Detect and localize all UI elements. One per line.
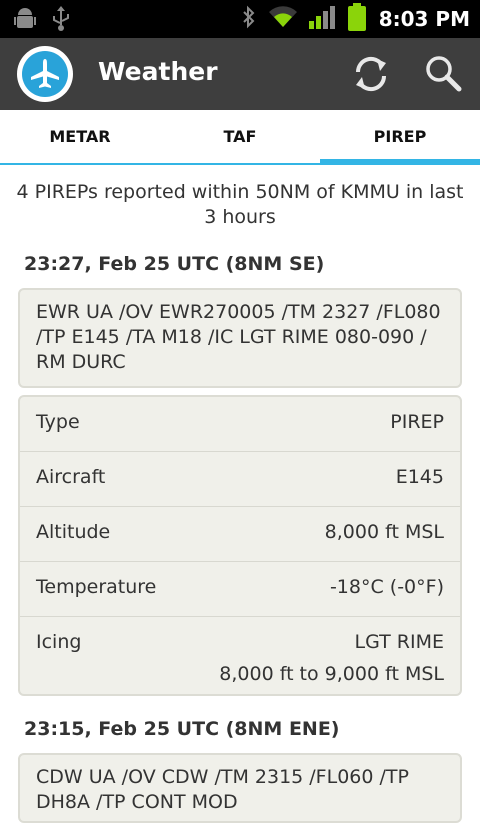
detail-row-temperature: Temperature -18°C (-0°F) xyxy=(20,562,460,617)
bluetooth-icon xyxy=(241,5,257,33)
app-logo[interactable] xyxy=(17,46,73,102)
detail-row-icing: Icing LGT RIME 8,000 ft to 9,000 ft MSL xyxy=(20,617,460,703)
report-details: Type PIREP Aircraft E145 Altitude 8,000 … xyxy=(18,395,462,696)
search-icon xyxy=(426,56,462,92)
detail-label: Temperature xyxy=(36,576,157,598)
app-title: Weather xyxy=(98,57,218,86)
detail-label: Icing xyxy=(36,631,82,653)
report-header: 23:27, Feb 25 UTC (8NM SE) xyxy=(24,253,325,275)
refresh-button[interactable] xyxy=(347,50,395,98)
detail-value: LGT RIME xyxy=(354,631,444,653)
raw-report-text: EWR UA /OV EWR270005 /TM 2327 /FL080 /TP… xyxy=(18,288,462,388)
detail-value: E145 xyxy=(395,466,444,488)
detail-row-aircraft: Aircraft E145 xyxy=(20,452,460,507)
detail-row-altitude: Altitude 8,000 ft MSL xyxy=(20,507,460,562)
tab-bar: METAR TAF PIREP xyxy=(0,110,480,165)
detail-label: Aircraft xyxy=(36,466,106,488)
action-bar: Weather xyxy=(0,38,480,110)
tab-metar[interactable]: METAR xyxy=(0,110,160,163)
detail-row-type: Type PIREP xyxy=(20,397,460,452)
raw-report-text: CDW UA /OV CDW /TM 2315 /FL060 /TP DH8A … xyxy=(18,753,462,823)
detail-label: Type xyxy=(36,411,80,433)
pirep-summary: 4 PIREPs reported within 50NM of KMMU in… xyxy=(16,181,464,228)
detail-label: Altitude xyxy=(36,521,111,543)
refresh-icon xyxy=(355,56,387,92)
android-debug-icon xyxy=(14,7,36,35)
tab-taf[interactable]: TAF xyxy=(160,110,320,163)
signal-icon xyxy=(308,5,335,33)
status-time: 8:03 PM xyxy=(378,7,470,31)
wifi-icon xyxy=(268,6,297,32)
usb-icon xyxy=(52,6,70,36)
detail-value: -18°C (-0°F) xyxy=(329,576,444,598)
detail-value: 8,000 ft MSL xyxy=(324,521,444,543)
tab-pirep[interactable]: PIREP xyxy=(320,110,480,165)
battery-icon xyxy=(347,3,367,35)
status-bar: 8:03 PM xyxy=(0,0,480,38)
airplane-icon xyxy=(31,59,59,88)
detail-value-secondary: 8,000 ft to 9,000 ft MSL xyxy=(219,663,444,685)
search-button[interactable] xyxy=(419,50,467,98)
detail-value: PIREP xyxy=(390,411,444,433)
report-header: 23:15, Feb 25 UTC (8NM ENE) xyxy=(24,718,340,740)
